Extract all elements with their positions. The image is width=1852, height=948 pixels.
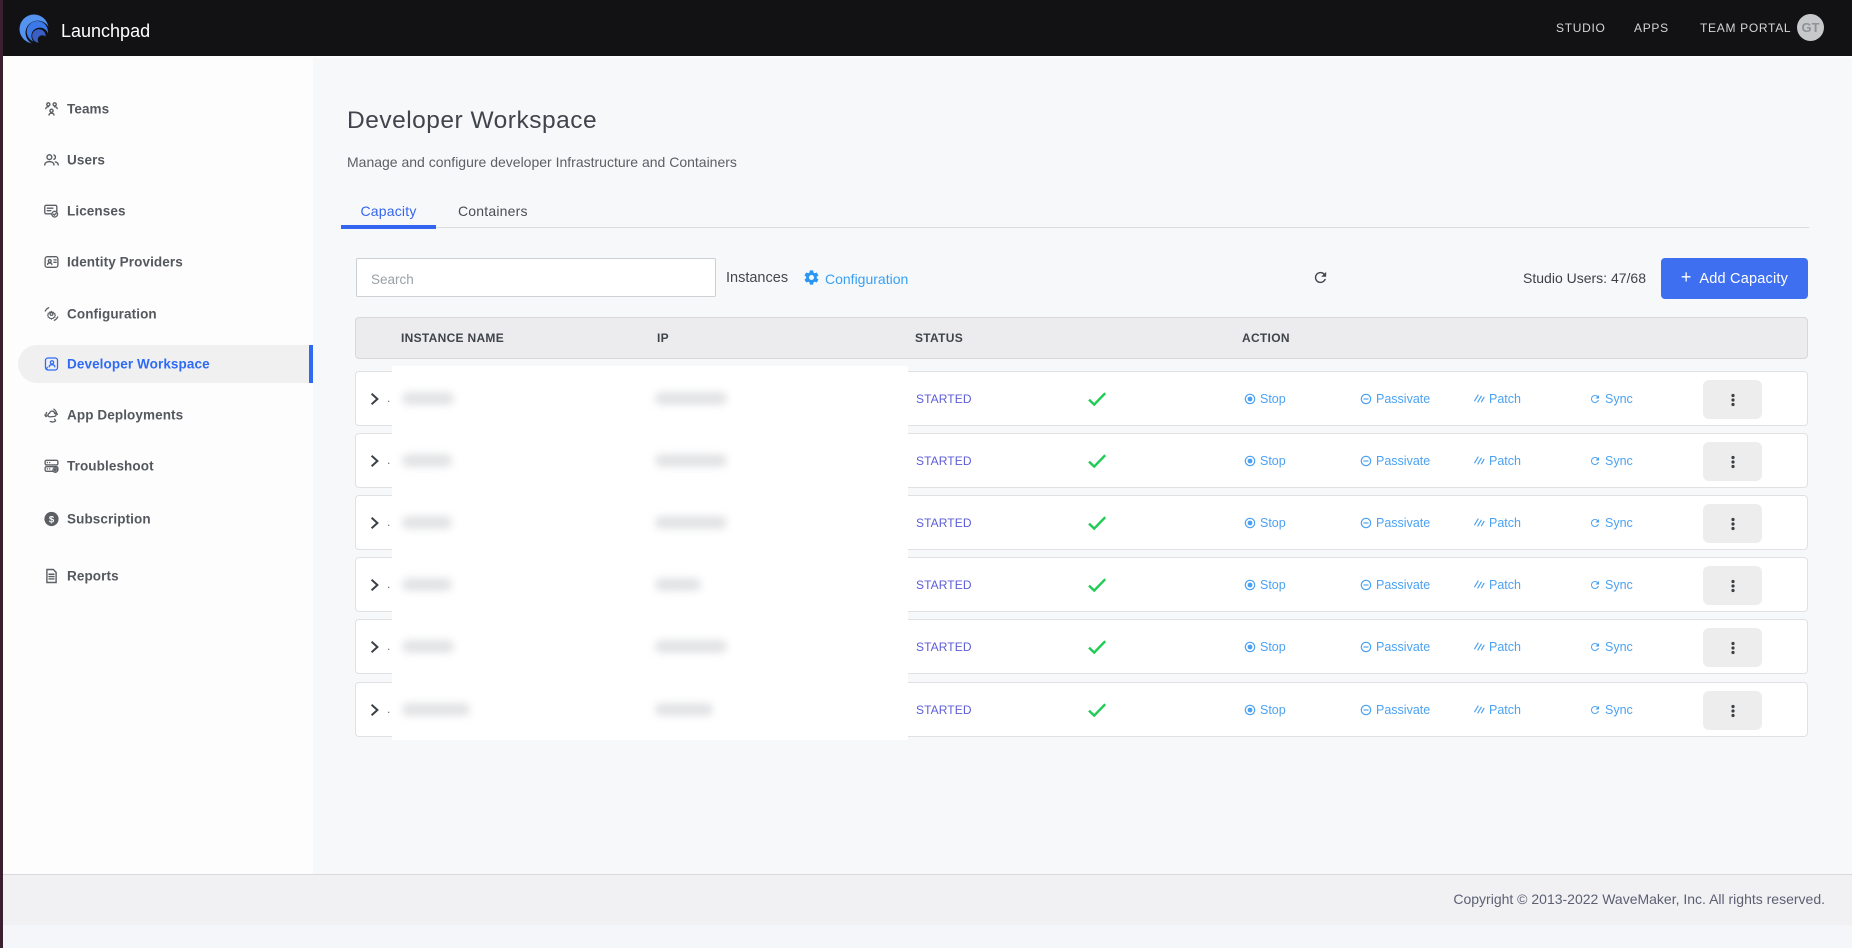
svg-text:$: $ <box>49 514 55 525</box>
